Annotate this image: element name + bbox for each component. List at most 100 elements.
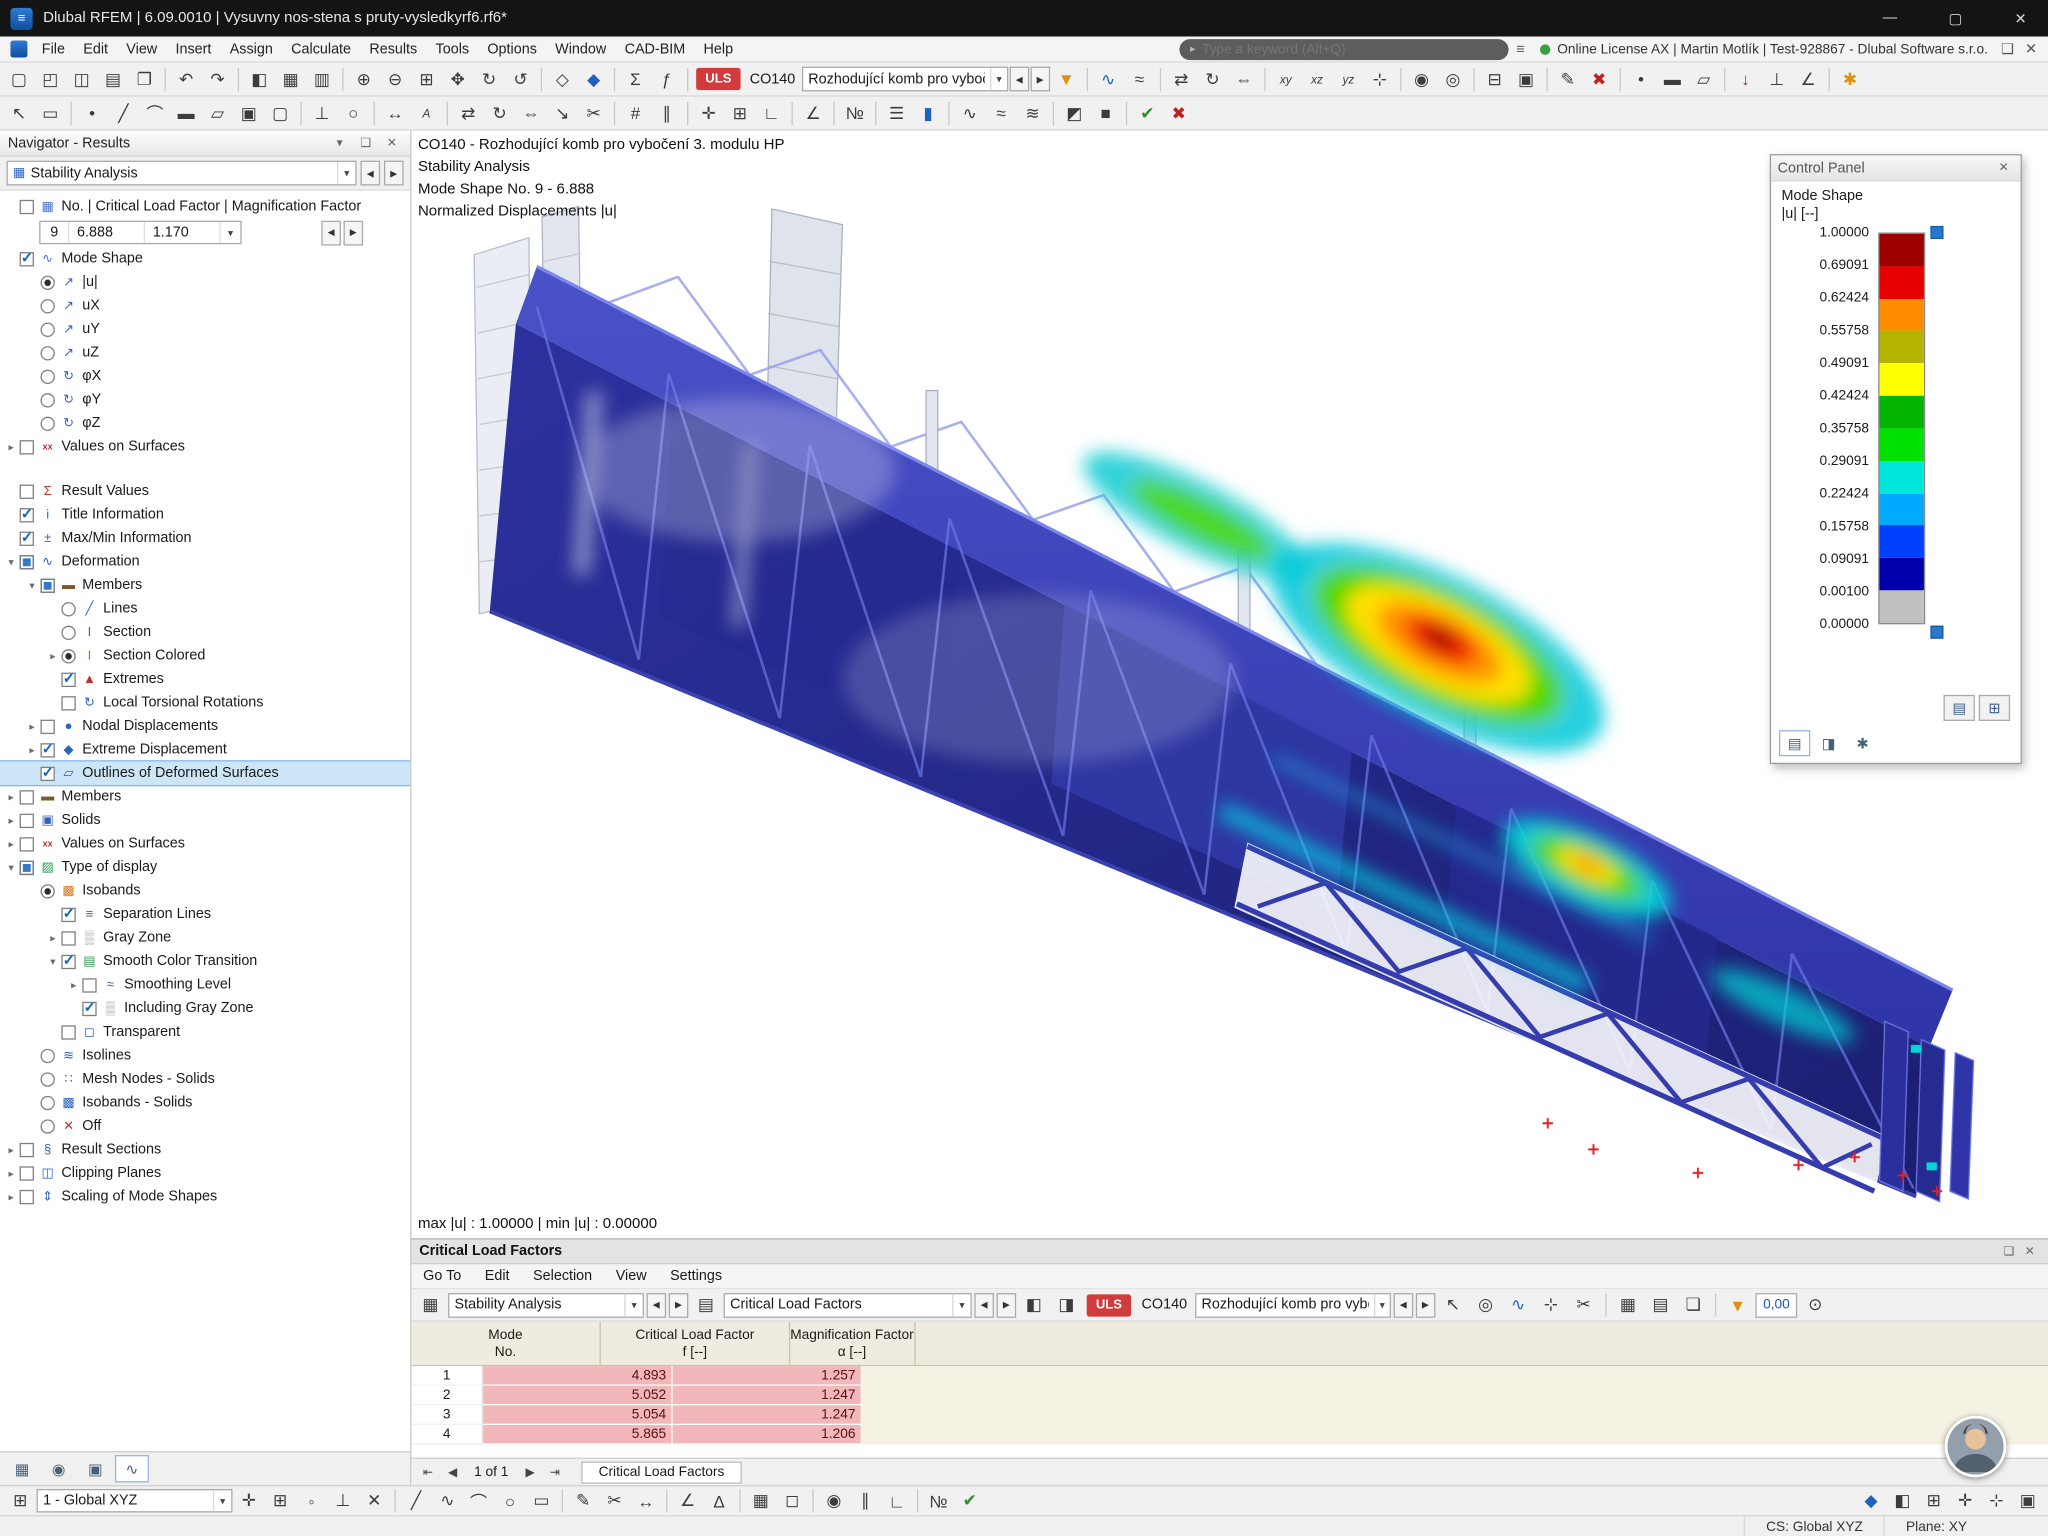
- chevron-down-icon[interactable]: ▾: [624, 1293, 642, 1316]
- draw-rectangle-icon[interactable]: ▭: [526, 1486, 556, 1515]
- tree-checkbox[interactable]: [40, 321, 55, 337]
- tree-checkbox[interactable]: [19, 554, 34, 569]
- panel-tab-filter[interactable]: ✱: [1847, 730, 1878, 756]
- coordinate-system-select[interactable]: 1 - Global XYZ ▾: [36, 1488, 233, 1513]
- table-display-mode-icon[interactable]: ◨: [1051, 1290, 1081, 1319]
- table-menu-item[interactable]: Settings: [658, 1268, 733, 1284]
- chevron-down-icon[interactable]: ▾: [990, 67, 1007, 91]
- tree-item[interactable]: ↗ uY: [0, 317, 410, 341]
- result-chart-icon[interactable]: ∿: [1503, 1290, 1533, 1319]
- tree-checkbox[interactable]: [40, 740, 55, 757]
- tree-item[interactable]: ▲ Extremes: [0, 667, 410, 691]
- tree-item[interactable]: ▸ ▣ Solids: [0, 808, 410, 832]
- separator[interactable]: [1083, 67, 1092, 91]
- chevron-down-icon[interactable]: ▾: [212, 1490, 231, 1512]
- load-combination-select[interactable]: Rozhodující komb pro vyboč... ▾: [801, 66, 1009, 92]
- search-input[interactable]: [1201, 41, 1499, 57]
- chevron-down-icon[interactable]: ▾: [336, 161, 355, 185]
- menu-item[interactable]: Assign: [221, 37, 282, 62]
- deselect-all-icon[interactable]: ◻: [777, 1486, 807, 1515]
- separator[interactable]: [1049, 101, 1058, 125]
- panel-close-icon[interactable]: ✕: [381, 133, 402, 153]
- new-surface-icon[interactable]: ▱: [202, 99, 232, 128]
- tree-checkbox[interactable]: [40, 392, 55, 407]
- previous-combination-button[interactable]: ◀: [1393, 1292, 1414, 1318]
- menu-item[interactable]: Calculate: [282, 37, 360, 62]
- zoom-window-icon[interactable]: ⊞: [411, 65, 441, 94]
- next-load-case-button[interactable]: ▶: [1030, 66, 1050, 92]
- panel-float-icon[interactable]: ❏: [355, 133, 376, 153]
- snap-settings-icon[interactable]: ✛: [1950, 1486, 1980, 1515]
- expander-icon[interactable]: ▾: [4, 556, 18, 568]
- zoom-out-icon[interactable]: ⊖: [380, 65, 410, 94]
- separator[interactable]: [829, 101, 838, 125]
- tree-item[interactable]: ↻ φZ: [0, 411, 410, 435]
- previous-load-case-button[interactable]: ◀: [1009, 66, 1030, 92]
- tree-item[interactable]: ▱ Outlines of Deformed Surfaces: [0, 760, 411, 787]
- menu-item[interactable]: File: [33, 37, 74, 62]
- new-opening-icon[interactable]: ▢: [265, 99, 295, 128]
- zoom-in-icon[interactable]: ⊕: [349, 65, 379, 94]
- tree-item[interactable]: ≡ Separation Lines: [0, 903, 410, 927]
- menu-item[interactable]: Insert: [166, 37, 220, 62]
- wireframe-display-icon[interactable]: ◇: [547, 65, 577, 94]
- new-node-icon[interactable]: •: [77, 99, 107, 128]
- design-situation-badge[interactable]: ULS: [696, 67, 741, 91]
- data-navigator-tab[interactable]: ▦: [5, 1455, 39, 1482]
- line-grid-icon[interactable]: #: [620, 99, 650, 128]
- workplane-yz-icon[interactable]: yz: [1333, 65, 1363, 94]
- tree-checkbox[interactable]: [82, 999, 97, 1016]
- tree-item[interactable]: ▾ ▬ Members: [0, 573, 410, 597]
- half-model-icon[interactable]: ◩: [1059, 99, 1089, 128]
- menu-item[interactable]: View: [117, 37, 166, 62]
- tree-checkbox[interactable]: [40, 274, 55, 290]
- tree-item[interactable]: ▸ I Section Colored: [0, 644, 410, 668]
- print-table-icon[interactable]: ❏: [1678, 1290, 1708, 1319]
- smooth-results-icon[interactable]: ≋: [1017, 99, 1047, 128]
- snap-grid-icon[interactable]: ⊞: [265, 1486, 295, 1515]
- tree-checkbox[interactable]: [19, 249, 34, 266]
- tree-checkbox[interactable]: [19, 1142, 34, 1157]
- tree-checkbox[interactable]: [61, 930, 76, 945]
- expander-icon[interactable]: ▸: [25, 720, 39, 732]
- menu-item[interactable]: Edit: [74, 37, 117, 62]
- select-icon[interactable]: ↖: [4, 99, 34, 128]
- separator[interactable]: [610, 67, 619, 91]
- scale-min-handle[interactable]: [1930, 625, 1944, 639]
- dimension-icon[interactable]: ↔: [380, 99, 410, 128]
- tree-item[interactable]: ✕ Off: [0, 1114, 410, 1138]
- close-button[interactable]: ✕: [1993, 0, 2048, 37]
- table-close-icon[interactable]: ✕: [2019, 1241, 2040, 1261]
- tree-checkbox[interactable]: [19, 439, 34, 454]
- separator[interactable]: [67, 101, 76, 125]
- separator[interactable]: [1824, 67, 1833, 91]
- workplane-xz-icon[interactable]: xz: [1302, 65, 1332, 94]
- tree-checkbox[interactable]: [61, 601, 76, 616]
- minimize-button[interactable]: —: [1863, 0, 1918, 37]
- model-viewport[interactable]: CO140 - Rozhodující komb pro vybočení 3.…: [411, 130, 2048, 1239]
- views-navigator-tab[interactable]: ▣: [78, 1455, 112, 1482]
- sync-selection-icon[interactable]: ↖: [1438, 1290, 1468, 1319]
- table-row[interactable]: 1 4.893 1.257: [411, 1366, 2048, 1386]
- tree-checkbox[interactable]: [40, 719, 55, 734]
- tree-checkbox[interactable]: [19, 1189, 34, 1204]
- expander-icon[interactable]: ▸: [46, 932, 60, 944]
- last-page-icon[interactable]: ⇥: [544, 1461, 566, 1483]
- menu-item[interactable]: Window: [546, 37, 615, 62]
- diagrams-icon[interactable]: ∿: [955, 99, 985, 128]
- guideline-icon[interactable]: ∥: [652, 99, 682, 128]
- select-all-icon[interactable]: ▦: [746, 1486, 776, 1515]
- first-page-icon[interactable]: ⇤: [417, 1461, 439, 1483]
- new-model-icon[interactable]: ▢: [4, 65, 34, 94]
- results-navigator-tab[interactable]: ∿: [114, 1455, 149, 1483]
- calculation-parameters-icon[interactable]: ƒ: [652, 65, 682, 94]
- model-errors-icon[interactable]: ✖: [1164, 99, 1194, 128]
- table-column-header[interactable]: Magnification Factor α [--]: [790, 1321, 915, 1365]
- tree-item[interactable]: ↻ φX: [0, 364, 410, 388]
- table-tab[interactable]: Critical Load Factors: [581, 1460, 742, 1484]
- table-panel-header[interactable]: Critical Load Factors ❏ ✕: [411, 1239, 2048, 1265]
- expander-icon[interactable]: ▸: [4, 838, 18, 850]
- table-row[interactable]: 3 5.054 1.247: [411, 1405, 2048, 1425]
- snap-perpendicular-icon[interactable]: ⊥: [328, 1486, 358, 1515]
- tree-item[interactable]: ↻ Local Torsional Rotations: [0, 691, 410, 715]
